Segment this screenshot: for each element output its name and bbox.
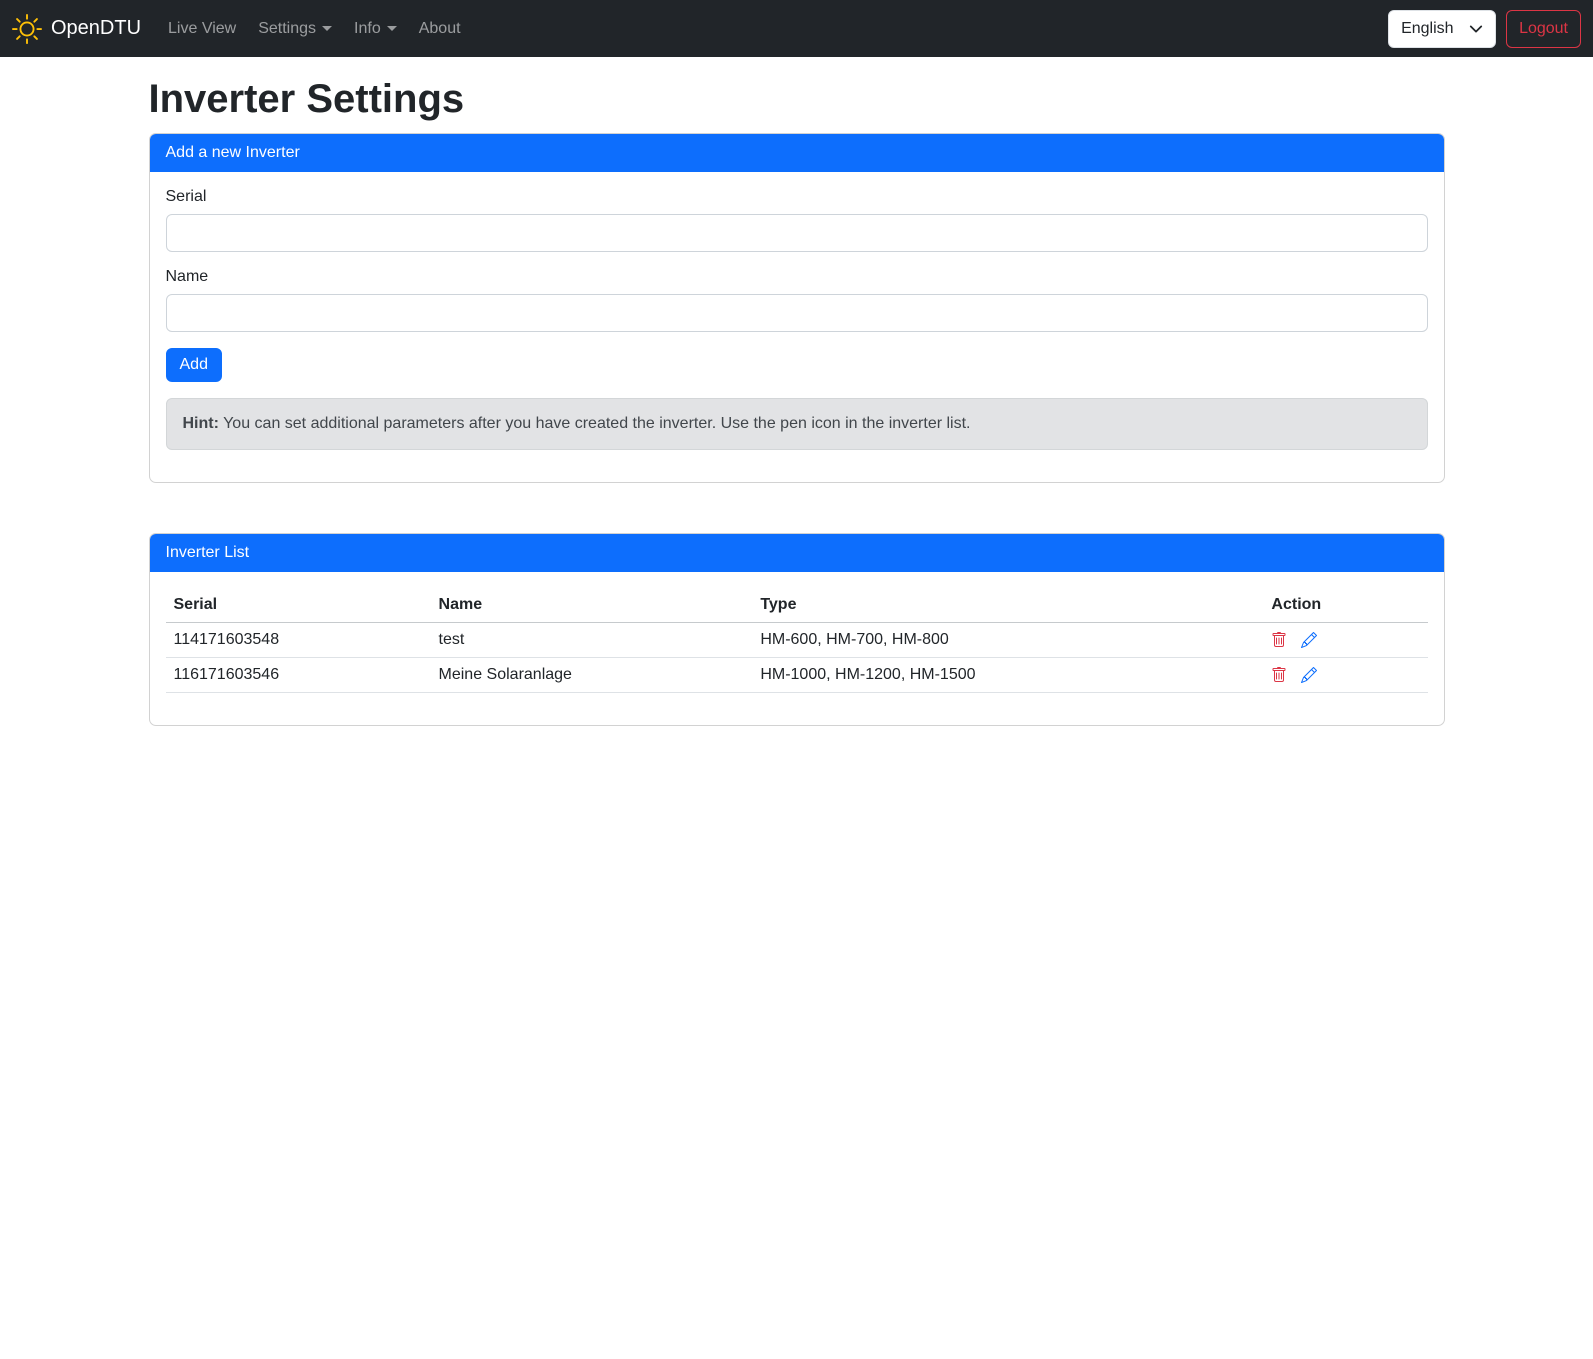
cell-type: HM-1000, HM-1200, HM-1500: [752, 658, 1263, 693]
table-row: 114171603548 test HM-600, HM-700, HM-800: [166, 623, 1428, 658]
brand-link[interactable]: OpenDTU: [12, 14, 141, 44]
nav-item-label: Live View: [168, 20, 236, 38]
chevron-down-icon: [1469, 22, 1483, 36]
logout-button[interactable]: Logout: [1506, 10, 1581, 48]
inverter-list-card-body: Serial Name Type Action 114171603548 tes…: [150, 572, 1444, 725]
serial-label: Serial: [166, 188, 1428, 206]
pencil-icon: [1301, 667, 1317, 683]
top-navbar: OpenDTU Live View Settings Info About En…: [0, 0, 1593, 57]
caret-down-icon: [322, 26, 332, 31]
trash-icon: [1271, 667, 1287, 683]
inverter-list-card-header: Inverter List: [150, 534, 1444, 572]
brand-label: OpenDTU: [51, 17, 141, 40]
column-header-name: Name: [431, 588, 753, 623]
nav-item-label: About: [419, 20, 461, 38]
inverter-table: Serial Name Type Action 114171603548 tes…: [166, 588, 1428, 693]
serial-input[interactable]: [166, 214, 1428, 252]
row-actions: [1271, 667, 1419, 683]
main-container: Inverter Settings Add a new Inverter Ser…: [137, 75, 1457, 726]
nav-item-live-view[interactable]: Live View: [160, 12, 244, 46]
cell-serial: 116171603546: [166, 658, 431, 693]
add-button[interactable]: Add: [166, 348, 222, 382]
hint-alert-bold: Hint:: [183, 415, 219, 432]
nav-item-settings[interactable]: Settings: [250, 12, 340, 46]
inverter-list-card: Inverter List Serial Name Type Action 11…: [149, 533, 1445, 726]
table-header-row: Serial Name Type Action: [166, 588, 1428, 623]
row-actions: [1271, 632, 1419, 648]
name-label: Name: [166, 268, 1428, 286]
delete-inverter-button[interactable]: [1271, 632, 1287, 648]
nav-item-about[interactable]: About: [411, 12, 469, 46]
cell-type: HM-600, HM-700, HM-800: [752, 623, 1263, 658]
hint-alert-text: You can set additional parameters after …: [219, 415, 971, 432]
add-inverter-card-body: Serial Name Add Hint: You can set additi…: [150, 172, 1444, 482]
nav-item-info[interactable]: Info: [346, 12, 405, 46]
page-title: Inverter Settings: [149, 75, 1445, 123]
navbar-right-group: English Logout: [1388, 10, 1581, 48]
trash-icon: [1271, 632, 1287, 648]
cell-name: Meine Solaranlage: [431, 658, 753, 693]
column-header-action: Action: [1263, 588, 1427, 623]
table-row: 116171603546 Meine Solaranlage HM-1000, …: [166, 658, 1428, 693]
nav-item-label: Info: [354, 20, 381, 38]
main-nav: Live View Settings Info About: [157, 12, 472, 46]
delete-inverter-button[interactable]: [1271, 667, 1287, 683]
edit-inverter-button[interactable]: [1301, 667, 1317, 683]
hint-alert: Hint: You can set additional parameters …: [166, 398, 1428, 450]
sun-icon: [12, 14, 42, 44]
caret-down-icon: [387, 26, 397, 31]
column-header-serial: Serial: [166, 588, 431, 623]
language-select-value: English: [1401, 20, 1453, 38]
add-inverter-card: Add a new Inverter Serial Name Add Hint:…: [149, 133, 1445, 483]
language-select[interactable]: English: [1388, 10, 1496, 48]
cell-name: test: [431, 623, 753, 658]
column-header-type: Type: [752, 588, 1263, 623]
add-inverter-card-header: Add a new Inverter: [150, 134, 1444, 172]
name-input[interactable]: [166, 294, 1428, 332]
nav-item-label: Settings: [258, 20, 316, 38]
edit-inverter-button[interactable]: [1301, 632, 1317, 648]
cell-serial: 114171603548: [166, 623, 431, 658]
pencil-icon: [1301, 632, 1317, 648]
